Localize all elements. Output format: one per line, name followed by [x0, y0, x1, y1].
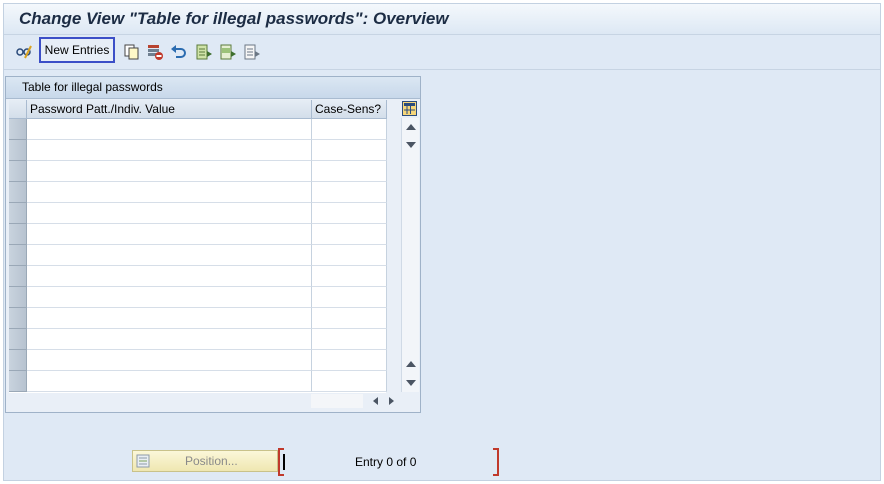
table-row[interactable]: [9, 140, 387, 161]
row-selector[interactable]: [9, 266, 27, 287]
horizontal-scrollbar[interactable]: [311, 393, 399, 409]
password-pattern-cell[interactable]: [27, 308, 312, 329]
table-row[interactable]: [9, 371, 387, 392]
table-row[interactable]: [9, 161, 387, 182]
row-selector[interactable]: [9, 203, 27, 224]
password-pattern-cell[interactable]: [27, 203, 312, 224]
case-sensitive-cell[interactable]: [312, 161, 387, 182]
case-sensitive-cell[interactable]: [312, 371, 387, 392]
display-change-icon[interactable]: [15, 43, 33, 61]
table-row[interactable]: [9, 350, 387, 371]
select-all-icon[interactable]: [195, 43, 213, 61]
row-selector[interactable]: [9, 350, 27, 371]
table-row[interactable]: [9, 287, 387, 308]
row-selector[interactable]: [9, 119, 27, 140]
text-cursor: [283, 454, 285, 470]
row-selector[interactable]: [9, 245, 27, 266]
case-sensitive-cell[interactable]: [312, 203, 387, 224]
position-button-label: Position...: [185, 454, 238, 468]
case-sensitive-cell[interactable]: [312, 140, 387, 161]
page-down-icon[interactable]: [406, 142, 416, 148]
table-row[interactable]: [9, 203, 387, 224]
table-row[interactable]: [9, 182, 387, 203]
new-entries-button[interactable]: New Entries: [39, 37, 115, 63]
focus-bracket-right: [493, 448, 499, 476]
deselect-all-icon[interactable]: [243, 43, 261, 61]
table-row[interactable]: [9, 224, 387, 245]
case-sensitive-cell[interactable]: [312, 224, 387, 245]
scroll-left-icon[interactable]: [373, 397, 378, 405]
delete-icon[interactable]: [146, 43, 164, 61]
entry-count-text: Entry 0 of 0: [355, 455, 417, 469]
undo-icon[interactable]: [170, 43, 188, 61]
password-pattern-cell[interactable]: [27, 161, 312, 182]
case-sensitive-cell[interactable]: [312, 287, 387, 308]
select-all-rows-button[interactable]: [9, 100, 27, 119]
row-selector[interactable]: [9, 329, 27, 350]
case-sensitive-cell[interactable]: [312, 329, 387, 350]
row-selector[interactable]: [9, 182, 27, 203]
sap-window: Change View "Table for illegal passwords…: [3, 3, 881, 481]
table-control: Table for illegal passwords Password Pat…: [5, 76, 421, 413]
page-title: Change View "Table for illegal passwords…: [19, 9, 449, 28]
column-header-password-pattern[interactable]: Password Patt./Indiv. Value: [27, 100, 312, 119]
case-sensitive-cell[interactable]: [312, 245, 387, 266]
table-row[interactable]: [9, 329, 387, 350]
table-row[interactable]: [9, 119, 387, 140]
position-icon: [136, 454, 150, 468]
copy-icon[interactable]: [123, 43, 141, 61]
page-up-icon[interactable]: [406, 361, 416, 367]
password-pattern-cell[interactable]: [27, 287, 312, 308]
password-pattern-cell[interactable]: [27, 182, 312, 203]
password-pattern-cell[interactable]: [27, 140, 312, 161]
case-sensitive-cell[interactable]: [312, 350, 387, 371]
password-pattern-cell[interactable]: [27, 266, 312, 287]
table-row[interactable]: [9, 266, 387, 287]
case-sensitive-cell[interactable]: [312, 266, 387, 287]
case-sensitive-cell[interactable]: [312, 182, 387, 203]
row-selector[interactable]: [9, 371, 27, 392]
table-header-bar: Table for illegal passwords: [6, 77, 420, 99]
password-pattern-cell[interactable]: [27, 245, 312, 266]
vertical-scrollbar[interactable]: [401, 118, 419, 392]
scroll-down-icon[interactable]: [406, 380, 416, 386]
scroll-right-icon[interactable]: [389, 397, 394, 405]
row-selector[interactable]: [9, 308, 27, 329]
row-selector[interactable]: [9, 224, 27, 245]
table-grid: Password Patt./Indiv. Value Case-Sens?: [9, 100, 387, 393]
table-settings-icon[interactable]: [402, 101, 417, 116]
password-pattern-cell[interactable]: [27, 329, 312, 350]
position-button[interactable]: Position...: [132, 450, 278, 472]
select-block-icon[interactable]: [219, 43, 237, 61]
scroll-up-icon[interactable]: [406, 124, 416, 130]
case-sensitive-cell[interactable]: [312, 308, 387, 329]
application-toolbar: New Entries: [4, 35, 880, 70]
row-selector[interactable]: [9, 287, 27, 308]
password-pattern-cell[interactable]: [27, 350, 312, 371]
row-selector[interactable]: [9, 161, 27, 182]
table-row[interactable]: [9, 308, 387, 329]
password-pattern-cell[interactable]: [27, 371, 312, 392]
password-pattern-cell[interactable]: [27, 224, 312, 245]
column-header-case-sensitive[interactable]: Case-Sens?: [312, 100, 387, 119]
row-selector[interactable]: [9, 140, 27, 161]
table-row[interactable]: [9, 245, 387, 266]
case-sensitive-cell[interactable]: [312, 119, 387, 140]
title-bar: Change View "Table for illegal passwords…: [4, 4, 880, 35]
horizontal-scroll-track[interactable]: [311, 394, 363, 408]
table-title: Table for illegal passwords: [22, 80, 163, 94]
password-pattern-cell[interactable]: [27, 119, 312, 140]
